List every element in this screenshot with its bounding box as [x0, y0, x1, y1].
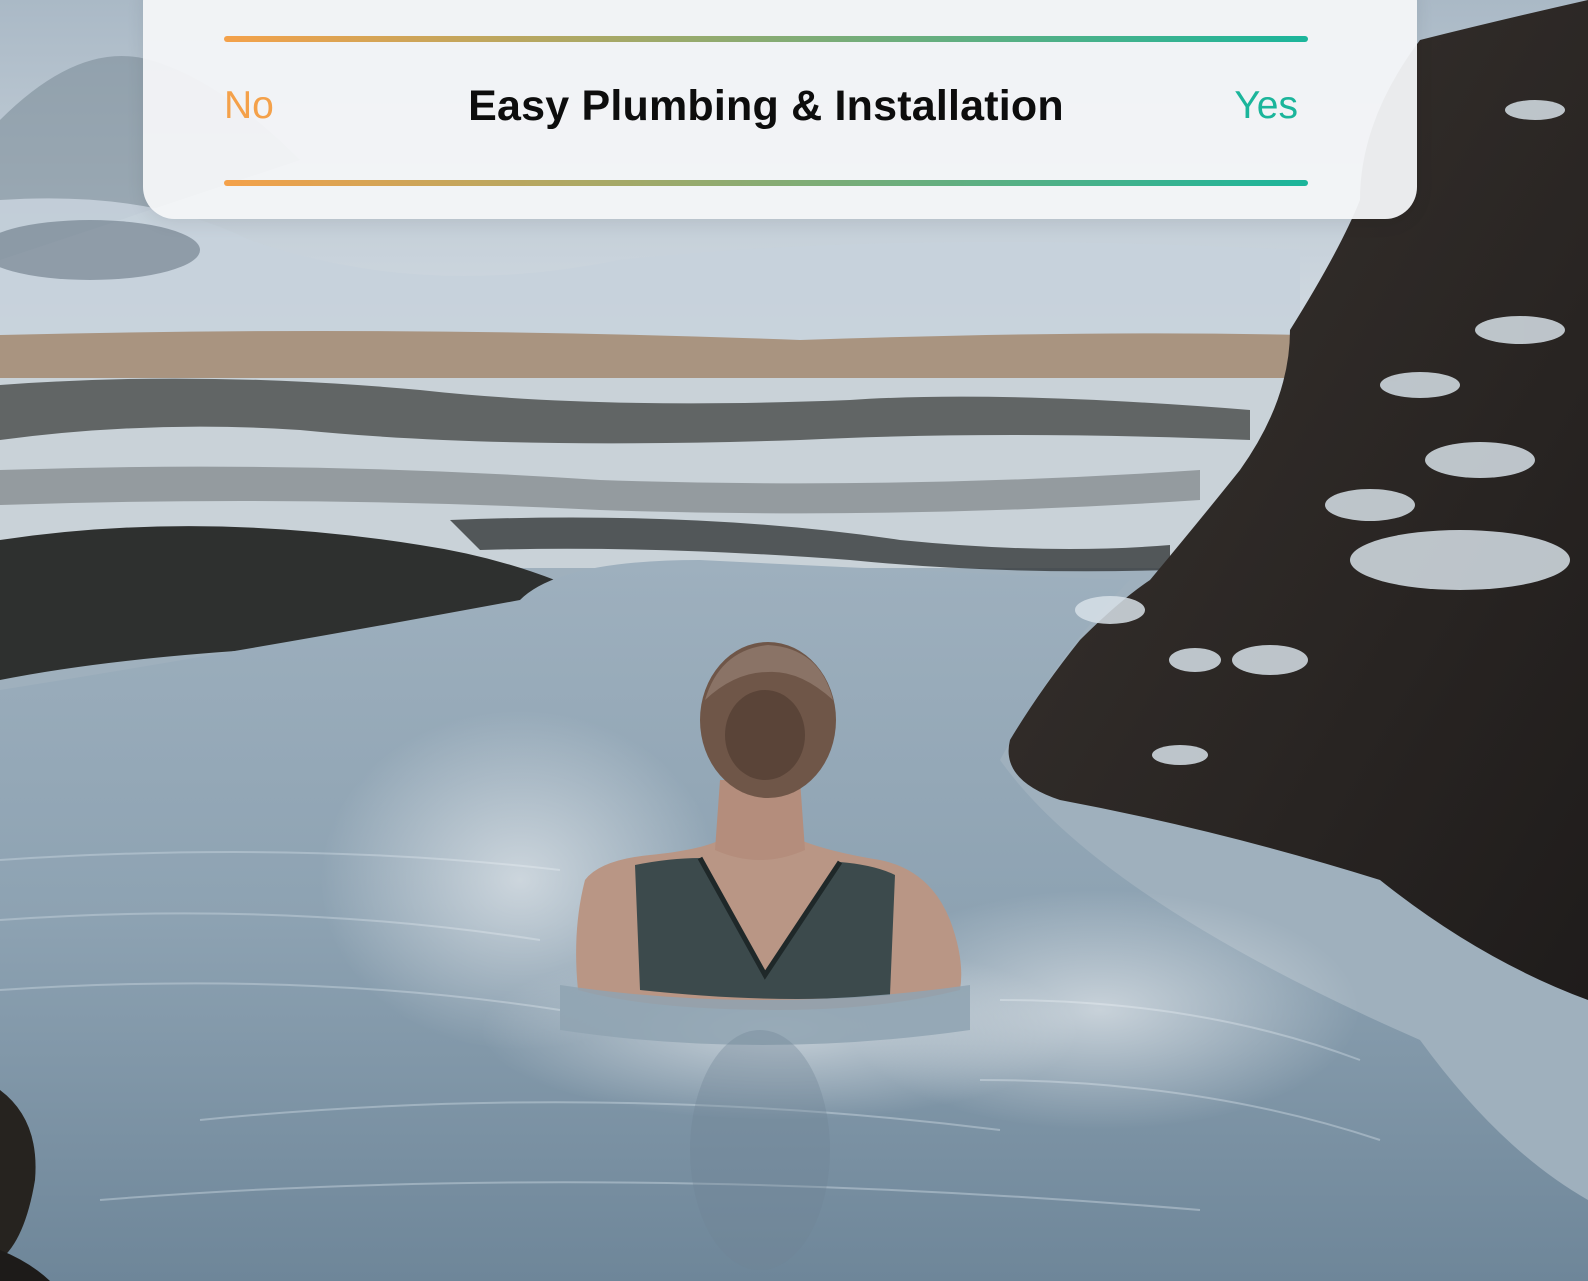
comparison-row: No Easy Plumbing & Installation Yes [224, 76, 1308, 136]
feature-title: Easy Plumbing & Installation [468, 81, 1064, 130]
comparison-card: No Easy Plumbing & Installation Yes [143, 0, 1417, 219]
no-label: No [224, 84, 274, 127]
gradient-divider-bottom [224, 180, 1308, 186]
yes-label: Yes [1234, 84, 1298, 127]
gradient-divider-top [224, 36, 1308, 42]
